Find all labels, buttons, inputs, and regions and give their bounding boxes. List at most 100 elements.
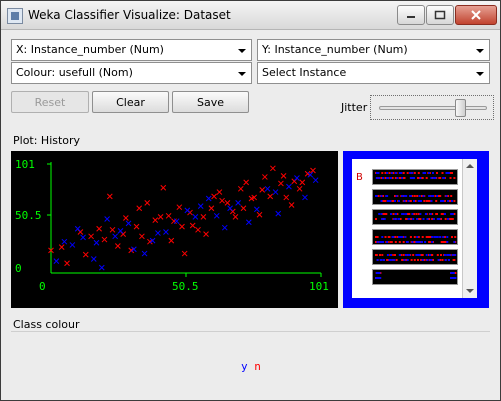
close-button[interactable] — [455, 5, 497, 25]
attribute-strip[interactable] — [372, 249, 458, 265]
data-point-n[interactable] — [136, 205, 143, 212]
data-point-n[interactable] — [58, 244, 65, 250]
class-legend-y[interactable]: y — [241, 360, 248, 373]
scroll-up-icon[interactable] — [466, 164, 474, 168]
attribute-strip[interactable] — [372, 229, 458, 245]
data-point-y[interactable] — [264, 185, 271, 192]
data-point-y[interactable] — [205, 195, 212, 202]
data-point-n[interactable] — [171, 218, 177, 225]
data-point-y[interactable] — [227, 205, 233, 212]
y-axis-select[interactable]: Y: Instance_number (Num) — [257, 39, 490, 61]
data-point-n[interactable] — [243, 179, 250, 186]
data-point-y[interactable] — [197, 203, 204, 209]
class-legend-n[interactable]: n — [254, 360, 261, 373]
data-point-y[interactable] — [192, 214, 199, 220]
data-point-y[interactable] — [245, 219, 252, 226]
data-point-y[interactable] — [90, 256, 97, 262]
scroll-down-icon[interactable] — [466, 289, 474, 293]
data-point-n[interactable] — [259, 187, 266, 193]
attribute-strip[interactable] — [372, 169, 458, 185]
data-point-y[interactable] — [221, 224, 228, 231]
data-point-n[interactable] — [179, 223, 185, 230]
data-point-n[interactable] — [64, 260, 70, 267]
data-point-n[interactable] — [96, 225, 102, 232]
data-point-y[interactable] — [98, 264, 105, 271]
data-point-y[interactable] — [112, 233, 119, 240]
data-point-n[interactable] — [232, 214, 239, 220]
data-point-n[interactable] — [280, 173, 287, 179]
jitter-slider-track[interactable] — [379, 106, 487, 110]
data-point-y[interactable] — [302, 194, 308, 201]
data-point-y[interactable] — [173, 218, 180, 225]
data-point-y[interactable] — [275, 210, 282, 217]
data-point-n[interactable] — [176, 204, 183, 211]
data-point-n[interactable] — [240, 205, 247, 212]
data-point-n[interactable] — [152, 217, 159, 223]
title-bar[interactable]: Weka Classifier Visualize: Dataset — [1, 1, 500, 30]
data-point-n[interactable] — [168, 237, 175, 244]
colour-select[interactable]: Colour: usefull (Nom) — [11, 62, 252, 84]
data-point-n[interactable] — [310, 167, 316, 174]
data-point-n[interactable] — [122, 215, 129, 221]
save-button[interactable]: Save — [172, 91, 249, 113]
clear-button[interactable]: Clear — [92, 91, 169, 113]
data-point-y[interactable] — [286, 183, 292, 190]
data-point-n[interactable] — [165, 212, 172, 219]
data-point-n[interactable] — [133, 223, 140, 230]
data-point-n[interactable] — [211, 193, 217, 200]
data-point-y[interactable] — [69, 242, 76, 248]
x-axis-select[interactable]: X: Instance_number (Num) — [11, 39, 252, 61]
data-point-n[interactable] — [101, 236, 108, 243]
data-point-y[interactable] — [53, 258, 60, 264]
data-point-y[interactable] — [74, 225, 81, 232]
data-point-n[interactable] — [296, 185, 303, 192]
data-point-n[interactable] — [82, 251, 89, 258]
data-point-y[interactable] — [272, 189, 279, 195]
data-point-y[interactable] — [61, 238, 68, 245]
data-point-y[interactable] — [141, 250, 148, 257]
data-point-n[interactable] — [267, 193, 274, 200]
data-point-y[interactable] — [155, 230, 161, 236]
select-instance-select[interactable]: Select Instance — [257, 62, 490, 84]
data-point-y[interactable] — [104, 216, 110, 222]
data-point-y[interactable] — [125, 220, 132, 227]
attribute-strip[interactable] — [372, 209, 458, 225]
data-point-y[interactable] — [117, 228, 124, 234]
data-point-n[interactable] — [219, 197, 225, 204]
data-point-n[interactable] — [224, 199, 231, 206]
attribute-strip[interactable] — [372, 269, 458, 285]
data-point-n[interactable] — [208, 205, 215, 212]
data-point-y[interactable] — [80, 234, 86, 241]
data-point-n[interactable] — [200, 214, 207, 220]
data-point-n[interactable] — [160, 184, 167, 191]
data-point-n[interactable] — [139, 233, 145, 240]
data-point-n[interactable] — [203, 231, 209, 238]
data-point-n[interactable] — [256, 211, 263, 218]
data-point-y[interactable] — [184, 207, 191, 214]
data-point-n[interactable] — [278, 180, 284, 187]
maximize-button[interactable] — [426, 5, 454, 25]
data-point-n[interactable] — [189, 222, 196, 229]
data-point-n[interactable] — [237, 185, 244, 192]
data-point-n[interactable] — [144, 199, 151, 206]
data-point-n[interactable] — [270, 165, 276, 172]
data-point-y[interactable] — [253, 206, 260, 213]
data-point-y[interactable] — [163, 229, 169, 235]
data-point-n[interactable] — [299, 179, 306, 186]
attribute-scrollbar[interactable] — [462, 159, 477, 298]
data-point-y[interactable] — [294, 175, 300, 181]
jitter-slider-thumb[interactable] — [454, 99, 466, 117]
data-point-n[interactable] — [109, 226, 116, 233]
attribute-strip-list[interactable]: B — [352, 159, 477, 298]
data-point-n[interactable] — [283, 194, 290, 201]
data-point-n[interactable] — [157, 214, 164, 220]
data-point-y[interactable] — [312, 177, 319, 184]
data-point-n[interactable] — [195, 226, 201, 233]
data-point-n[interactable] — [262, 174, 268, 180]
data-point-y[interactable] — [235, 199, 241, 206]
jitter-slider[interactable] — [370, 95, 494, 120]
scatter-plot[interactable]: 101 50.5 0 0 50.5 101 — [11, 151, 338, 308]
minimize-button[interactable] — [397, 5, 425, 25]
attribute-strip[interactable] — [372, 189, 458, 205]
data-point-n[interactable] — [181, 250, 188, 257]
